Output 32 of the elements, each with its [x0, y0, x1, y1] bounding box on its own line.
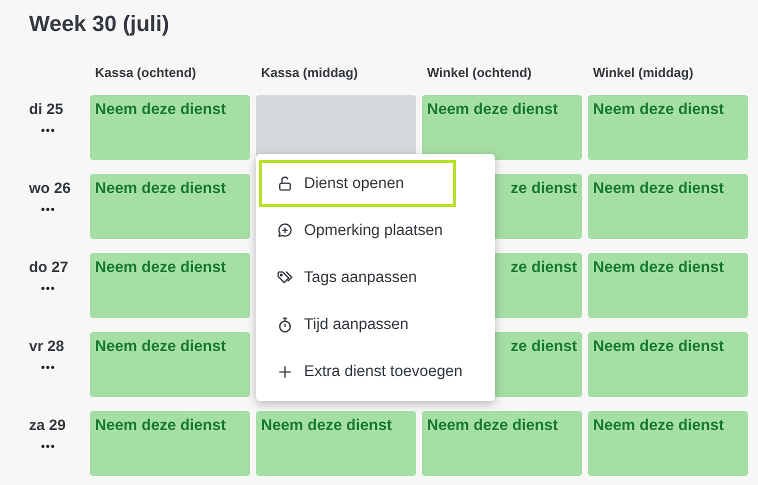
more-button[interactable]: •••	[41, 125, 56, 137]
more-button[interactable]: •••	[41, 283, 56, 295]
shift-slot[interactable]: Neem deze dienst	[588, 174, 748, 239]
shift-slot[interactable]: Neem deze dienst	[588, 253, 748, 318]
day-label: do 27	[29, 259, 68, 277]
shift-slot[interactable]: Neem deze dienst	[256, 411, 416, 476]
column-header: Kassa (ochtend)	[95, 65, 196, 80]
more-button[interactable]: •••	[41, 362, 56, 374]
day-label: di 25	[29, 101, 64, 119]
shift-slot[interactable]: Neem deze dienst	[588, 411, 748, 476]
shift-slot[interactable]: Neem deze dienst	[90, 174, 250, 239]
shift-slot[interactable]: Neem deze dienst	[588, 95, 748, 160]
comment-plus-icon	[276, 222, 294, 240]
column-header: Winkel (ochtend)	[427, 65, 532, 80]
unlock-icon	[276, 174, 294, 192]
shift-slot[interactable]: Neem deze dienst	[90, 253, 250, 318]
day-label: wo 26	[29, 180, 71, 198]
menu-item[interactable]: Dienst openen	[259, 160, 456, 207]
shift-slot[interactable]: Neem deze dienst	[588, 332, 748, 397]
day-label: za 29	[29, 417, 66, 435]
shift-slot[interactable]: Neem deze dienst	[422, 411, 582, 476]
more-button[interactable]: •••	[41, 204, 56, 216]
stopwatch-icon	[276, 316, 294, 334]
shift-slot[interactable]: Neem deze dienst	[90, 332, 250, 397]
shift-slot[interactable]: Neem deze dienst	[422, 95, 582, 160]
page-title: Week 30 (juli)	[29, 10, 170, 38]
more-button[interactable]: •••	[41, 441, 56, 453]
column-header: Kassa (middag)	[261, 65, 358, 80]
shift-slot[interactable]: Neem deze dienst	[90, 411, 250, 476]
shift-slot[interactable]: Neem deze dienst	[90, 95, 250, 160]
day-label: vr 28	[29, 338, 64, 356]
column-header: Winkel (middag)	[593, 65, 694, 80]
